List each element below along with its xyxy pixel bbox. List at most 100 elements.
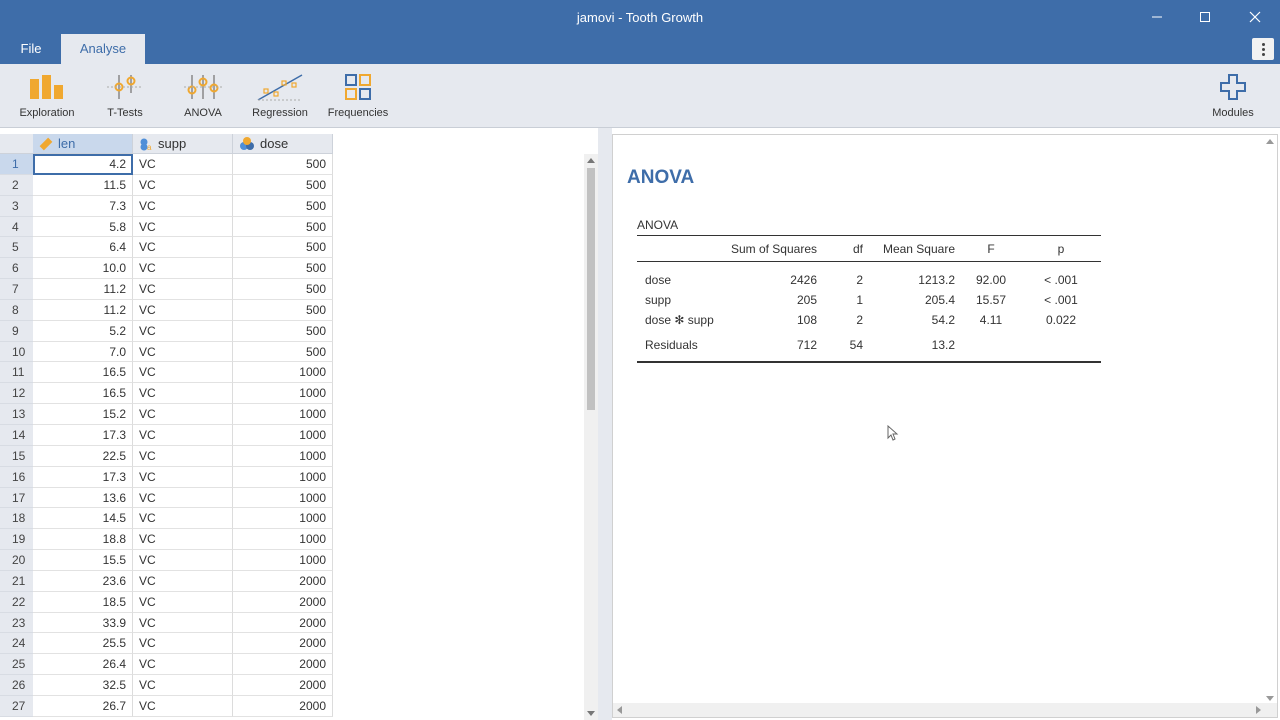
table-row[interactable]: 22 18.5 VC 2000	[0, 591, 334, 613]
cell-len[interactable]: 18.5	[33, 591, 133, 613]
more-options-button[interactable]	[1252, 38, 1274, 60]
row-number[interactable]: 24	[0, 633, 33, 655]
cell-dose[interactable]: 2000	[233, 633, 333, 655]
cell-supp[interactable]: VC	[133, 591, 233, 613]
table-row[interactable]: 18 14.5 VC 1000	[0, 508, 334, 530]
row-number[interactable]: 7	[0, 279, 33, 300]
t-tests-button[interactable]: T-Tests	[90, 70, 160, 119]
cell-dose[interactable]: 2000	[233, 695, 333, 717]
scroll-right-icon[interactable]	[1256, 706, 1261, 714]
table-row[interactable]: 15 22.5 VC 1000	[0, 445, 334, 467]
row-number[interactable]: 2	[0, 174, 33, 196]
row-number[interactable]: 20	[0, 550, 33, 571]
cell-dose[interactable]: 1000	[233, 508, 333, 530]
cell-supp[interactable]: VC	[133, 154, 233, 175]
cell-supp[interactable]: VC	[133, 383, 233, 405]
table-row[interactable]: 11 16.5 VC 1000	[0, 362, 334, 384]
cell-len[interactable]: 14.5	[33, 508, 133, 530]
row-number[interactable]: 18	[0, 508, 33, 530]
cell-len[interactable]: 5.8	[33, 216, 133, 238]
cell-supp[interactable]: VC	[133, 612, 233, 634]
cell-dose[interactable]: 1000	[233, 362, 333, 384]
minimize-button[interactable]	[1134, 4, 1180, 30]
row-number[interactable]: 14	[0, 424, 33, 446]
tab-analyse[interactable]: Analyse	[61, 34, 145, 64]
cell-len[interactable]: 15.5	[33, 550, 133, 571]
row-number[interactable]: 19	[0, 529, 33, 551]
regression-button[interactable]: Regression	[245, 70, 315, 119]
table-row[interactable]: 1 4.2 VC 500	[0, 154, 334, 175]
exploration-button[interactable]: Exploration	[12, 70, 82, 119]
cell-len[interactable]: 26.4	[33, 654, 133, 676]
cell-dose[interactable]: 500	[233, 174, 333, 196]
scroll-up-icon[interactable]	[587, 158, 595, 163]
cell-supp[interactable]: VC	[133, 487, 233, 509]
cell-supp[interactable]: VC	[133, 258, 233, 280]
anova-button[interactable]: ANOVA	[168, 70, 238, 119]
cell-len[interactable]: 11.5	[33, 174, 133, 196]
cell-len[interactable]: 17.3	[33, 466, 133, 488]
table-row[interactable]: 13 15.2 VC 1000	[0, 404, 334, 425]
cell-len[interactable]: 16.5	[33, 383, 133, 405]
cell-supp[interactable]: VC	[133, 570, 233, 592]
cell-dose[interactable]: 500	[233, 216, 333, 238]
table-row[interactable]: 24 25.5 VC 2000	[0, 633, 334, 655]
cell-len[interactable]: 18.8	[33, 529, 133, 551]
cell-len[interactable]: 11.2	[33, 279, 133, 300]
row-number[interactable]: 12	[0, 383, 33, 405]
cell-dose[interactable]: 500	[233, 195, 333, 217]
row-number-header[interactable]	[0, 134, 33, 154]
cell-dose[interactable]: 2000	[233, 675, 333, 696]
cell-supp[interactable]: VC	[133, 216, 233, 238]
cell-len[interactable]: 15.2	[33, 404, 133, 425]
table-row[interactable]: 17 13.6 VC 1000	[0, 487, 334, 509]
cell-len[interactable]: 33.9	[33, 612, 133, 634]
row-number[interactable]: 23	[0, 612, 33, 634]
row-number[interactable]: 5	[0, 237, 33, 259]
row-number[interactable]: 11	[0, 362, 33, 384]
cell-len[interactable]: 13.6	[33, 487, 133, 509]
cell-dose[interactable]: 1000	[233, 445, 333, 467]
table-row[interactable]: 8 11.2 VC 500	[0, 299, 334, 321]
row-number[interactable]: 4	[0, 216, 33, 238]
cell-supp[interactable]: VC	[133, 341, 233, 363]
anova-table[interactable]: Sum of Squares df Mean Square F p dose 24…	[637, 235, 1101, 363]
cell-dose[interactable]: 500	[233, 258, 333, 280]
cell-dose[interactable]: 500	[233, 237, 333, 259]
column-header-dose[interactable]: dose	[233, 134, 333, 154]
cell-dose[interactable]: 2000	[233, 612, 333, 634]
table-row[interactable]: 5 6.4 VC 500	[0, 237, 334, 259]
pane-divider[interactable]	[598, 128, 612, 720]
cell-dose[interactable]: 500	[233, 154, 333, 175]
row-number[interactable]: 13	[0, 404, 33, 425]
table-row[interactable]: 4 5.8 VC 500	[0, 216, 334, 238]
row-number[interactable]: 26	[0, 675, 33, 696]
row-number[interactable]: 1	[0, 154, 33, 175]
table-row[interactable]: 19 18.8 VC 1000	[0, 529, 334, 551]
scrollbar-thumb[interactable]	[587, 168, 595, 410]
close-button[interactable]	[1232, 4, 1278, 30]
table-row[interactable]: 2 11.5 VC 500	[0, 174, 334, 196]
cell-dose[interactable]: 1000	[233, 404, 333, 425]
cell-len[interactable]: 16.5	[33, 362, 133, 384]
frequencies-button[interactable]: Frequencies	[323, 70, 393, 119]
cell-supp[interactable]: VC	[133, 675, 233, 696]
cell-dose[interactable]: 2000	[233, 654, 333, 676]
cell-dose[interactable]: 1000	[233, 487, 333, 509]
row-number[interactable]: 10	[0, 341, 33, 363]
table-row[interactable]: 16 17.3 VC 1000	[0, 466, 334, 488]
row-number[interactable]: 17	[0, 487, 33, 509]
cell-dose[interactable]: 1000	[233, 550, 333, 571]
cell-len[interactable]: 22.5	[33, 445, 133, 467]
cell-len[interactable]: 5.2	[33, 320, 133, 342]
cell-supp[interactable]: VC	[133, 362, 233, 384]
row-number[interactable]: 3	[0, 195, 33, 217]
table-row[interactable]: 6 10.0 VC 500	[0, 258, 334, 280]
cell-dose[interactable]: 500	[233, 299, 333, 321]
row-number[interactable]: 15	[0, 445, 33, 467]
cell-dose[interactable]: 500	[233, 341, 333, 363]
cell-len[interactable]: 23.6	[33, 570, 133, 592]
cell-dose[interactable]: 1000	[233, 466, 333, 488]
cell-dose[interactable]: 500	[233, 279, 333, 300]
table-row[interactable]: 9 5.2 VC 500	[0, 320, 334, 342]
